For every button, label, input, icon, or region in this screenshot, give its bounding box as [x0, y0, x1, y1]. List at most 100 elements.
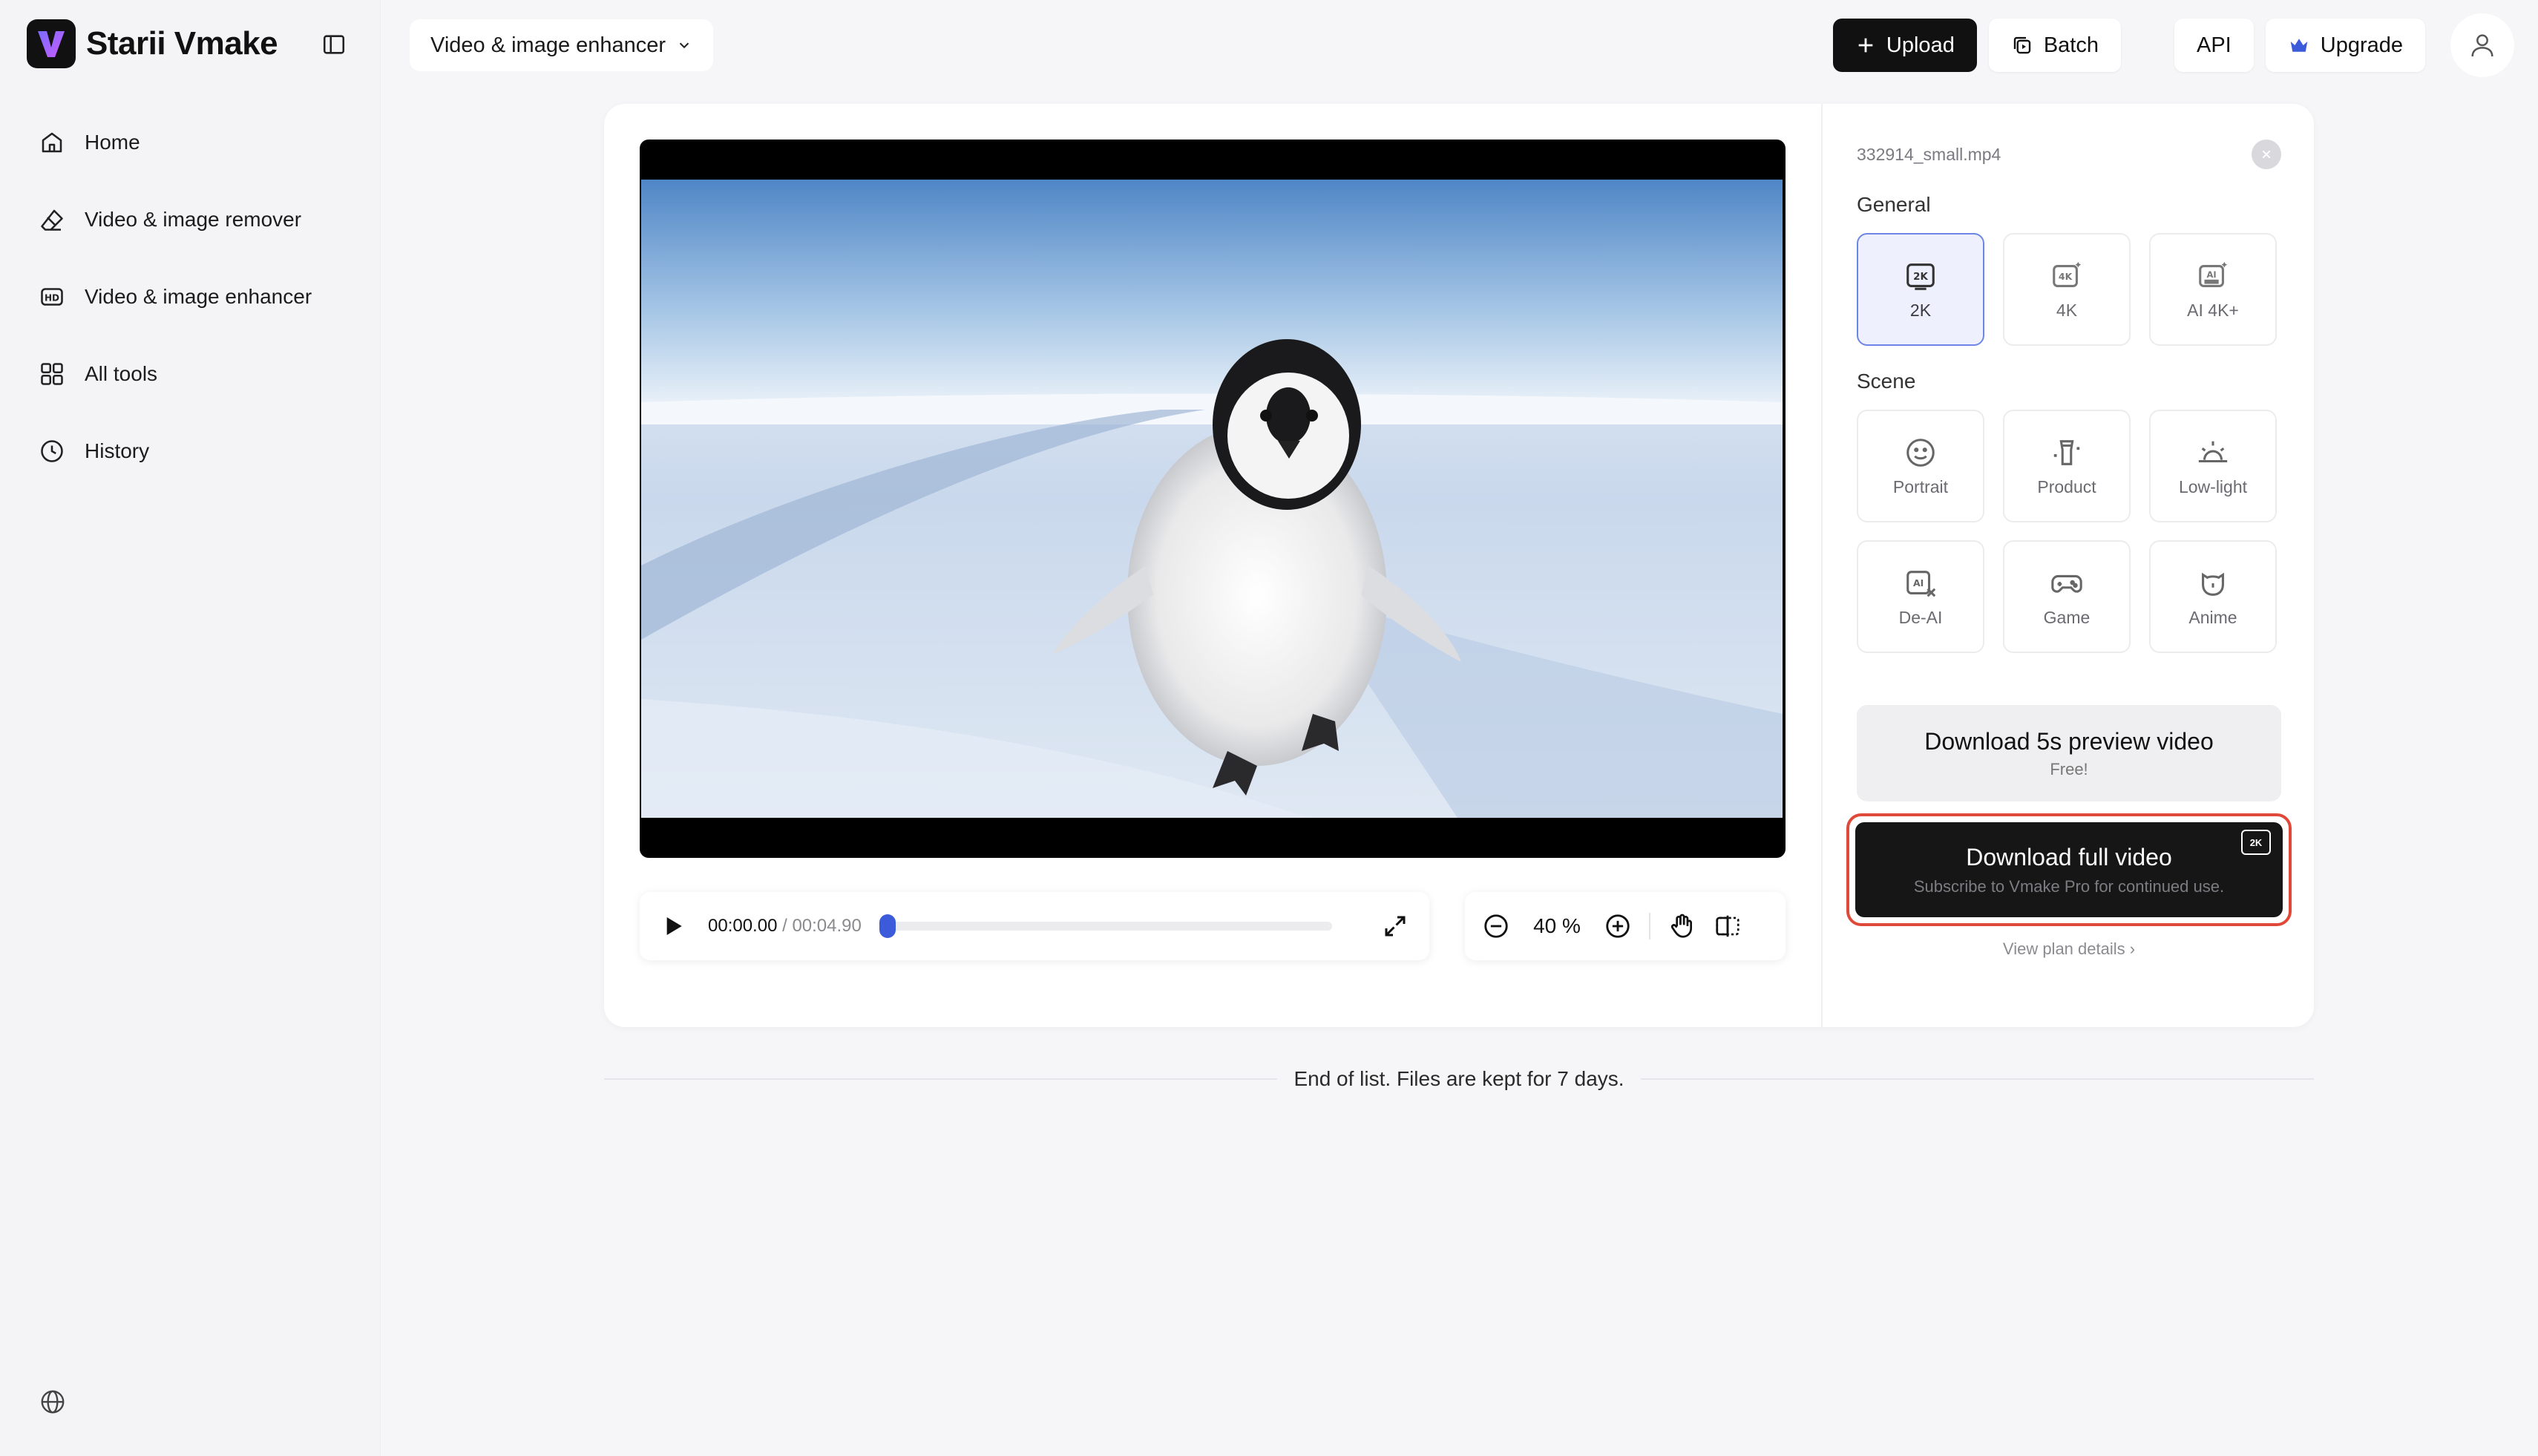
sidebar-item-history[interactable]: History [27, 413, 361, 490]
plus-icon [1858, 38, 1873, 53]
option-4k[interactable]: 4K 4K [2003, 233, 2131, 346]
svg-text:2K: 2K [1913, 271, 1928, 282]
scene-label: Product [2037, 476, 2096, 496]
preview-title: Download 5s preview video [1924, 727, 2214, 755]
file-row: 332914_small.mp4 [1857, 140, 2281, 169]
option-label: 2K [1909, 300, 1932, 320]
option-label: AI 4K+ [2187, 300, 2239, 320]
sidebar-toggle-icon[interactable] [319, 30, 349, 59]
end-of-list: End of list. Files are kept for 7 days. [604, 1064, 2314, 1094]
batch-label: Batch [2043, 33, 2099, 57]
download-full-button[interactable]: 2K Download full video Subscribe to Vmak… [1855, 822, 2283, 917]
zoom-out-icon[interactable] [1481, 911, 1511, 941]
option-label: 4K [2056, 300, 2078, 320]
general-options: 2K 2K 4K 4K AI AI 4K+ [1857, 233, 2281, 346]
4k-icon: 4K [2053, 261, 2082, 287]
scene-low-light[interactable]: Low-light [2149, 410, 2277, 522]
sidebar-item-home[interactable]: Home [27, 104, 361, 181]
divider [1640, 1078, 2314, 1080]
api-label: API [2197, 33, 2232, 57]
api-button[interactable]: API [2174, 19, 2254, 72]
sidebar-item-label: Home [85, 131, 140, 154]
2k-badge-icon: 2K [2241, 830, 2271, 855]
crown-icon [2290, 39, 2307, 52]
scene-title: Scene [1857, 370, 1916, 393]
scene-label: Game [2043, 607, 2091, 627]
scene-portrait[interactable]: Portrait [1857, 410, 1984, 522]
video-frame-image [641, 180, 1783, 818]
sidebar-item-remover[interactable]: Video & image remover [27, 181, 361, 258]
home-icon [42, 132, 62, 153]
option-2k[interactable]: 2K 2K [1857, 233, 1984, 346]
option-ai-4k-plus[interactable]: AI AI 4K+ [2149, 233, 2277, 346]
full-subtitle: Subscribe to Vmake Pro for continued use… [1913, 876, 2225, 896]
scene-anime[interactable]: Anime [2149, 540, 2277, 653]
grid-icon [41, 363, 63, 385]
sidebar-item-label: Video & image enhancer [85, 285, 312, 308]
view-plan-link[interactable]: View plan details › [1857, 939, 2281, 959]
scene-label: De-AI [1898, 607, 1943, 627]
hand-pan-icon[interactable] [1667, 911, 1696, 941]
scene-game[interactable]: Game [2003, 540, 2131, 653]
avatar[interactable] [2450, 13, 2514, 77]
sidebar-nav: Home Video & image remover HD Video & im… [27, 104, 361, 490]
upgrade-button[interactable]: Upgrade [2265, 19, 2425, 72]
general-title: General [1857, 193, 1931, 216]
sidebar-item-enhancer[interactable]: HD Video & image enhancer [27, 258, 361, 335]
compare-icon[interactable] [1713, 911, 1742, 941]
language-globe-icon[interactable] [39, 1388, 67, 1416]
panel-divider [1821, 104, 1823, 1027]
duration: 00:04.90 [792, 916, 862, 936]
sidebar-item-label: All tools [85, 362, 158, 385]
chevron-down-icon [679, 42, 689, 49]
svg-text:HD: HD [45, 292, 59, 303]
ai-ultra-icon: AI [2199, 261, 2228, 287]
scene-label: Anime [2188, 607, 2237, 627]
zoom-in-icon[interactable] [1603, 911, 1633, 941]
svg-text:AI: AI [1913, 577, 1924, 588]
time-separator: / [782, 916, 787, 936]
time-display: 00:00.00 / 00:04.90 [708, 916, 862, 937]
current-time: 00:00.00 [708, 916, 778, 936]
svg-text:4K: 4K [2059, 270, 2073, 281]
de-ai-icon: AI [1906, 570, 1936, 597]
divider [1649, 913, 1650, 939]
file-name: 332914_small.mp4 [1857, 144, 2001, 164]
download-preview-button[interactable]: Download 5s preview video Free! [1857, 705, 2281, 801]
progress-slider[interactable] [879, 914, 1332, 938]
progress-handle[interactable] [879, 914, 896, 938]
gamepad-icon [2051, 574, 2082, 593]
eraser-icon [41, 209, 63, 231]
2k-icon: 2K [1906, 263, 1935, 290]
top-actions: Upload Batch API Upgrade [1832, 13, 2514, 77]
sunrise-icon [2198, 441, 2228, 462]
brand-name: Starii Vmake [86, 25, 278, 62]
play-icon[interactable] [659, 911, 689, 941]
zoom-level: 40 % [1533, 914, 1581, 937]
clock-icon [41, 440, 63, 462]
brand[interactable]: Starii Vmake [27, 19, 278, 68]
upload-label: Upload [1886, 33, 1955, 57]
hd-icon: HD [41, 288, 63, 306]
scene-product[interactable]: Product [2003, 410, 2131, 522]
sidebar-item-label: History [85, 439, 150, 462]
scene-label: Low-light [2178, 476, 2248, 496]
close-icon[interactable] [2252, 140, 2281, 169]
fullscreen-icon[interactable] [1380, 911, 1410, 941]
editor-card: 00:00.00 / 00:04.90 40 % 332914_small.mp… [604, 104, 2314, 1027]
tool-select-label: Video & image enhancer [430, 33, 666, 57]
scene-de-ai[interactable]: AI De-AI [1857, 540, 1984, 653]
divider [604, 1078, 1278, 1080]
sidebar-item-all-tools[interactable]: All tools [27, 335, 361, 413]
player-controls: 00:00.00 / 00:04.90 [640, 892, 1429, 960]
batch-icon [2013, 36, 2031, 54]
end-text: End of list. Files are kept for 7 days. [1293, 1067, 1624, 1090]
svg-text:AI: AI [2206, 269, 2216, 279]
batch-button[interactable]: Batch [1988, 19, 2121, 72]
video-preview[interactable] [640, 140, 1786, 858]
scene-options: Portrait Product Low-light AI De-AI Game… [1857, 410, 2281, 653]
tool-select-dropdown[interactable]: Video & image enhancer [410, 19, 714, 71]
upgrade-label: Upgrade [2320, 33, 2403, 57]
preview-subtitle: Free! [2050, 759, 2088, 778]
upload-button[interactable]: Upload [1832, 19, 1977, 72]
